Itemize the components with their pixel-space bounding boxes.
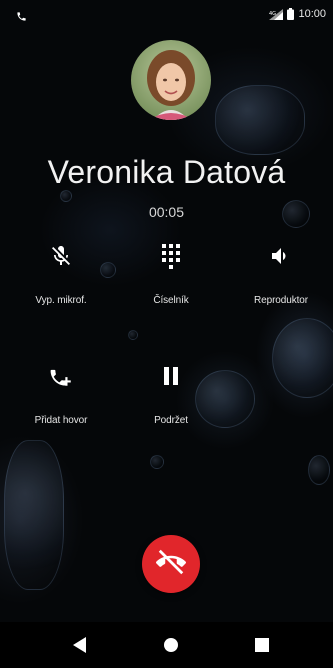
pause-icon	[157, 362, 185, 390]
dialpad-label: Číselník	[153, 295, 189, 306]
hold-label: Podržet	[154, 415, 188, 426]
status-bar: 4G 10:00	[0, 0, 333, 28]
phone-call-icon	[16, 9, 27, 27]
battery-icon	[287, 8, 295, 20]
contact-name: Veronika Datová	[47, 154, 286, 190]
dialpad-icon	[157, 242, 185, 270]
add-call-icon	[47, 362, 75, 390]
recents-icon	[255, 637, 269, 657]
mic-off-icon	[47, 242, 75, 270]
mute-label: Vyp. mikrof.	[35, 295, 87, 306]
speaker-label: Reproduktor	[254, 295, 308, 306]
background-bubble	[215, 85, 305, 155]
background-bubble	[60, 190, 72, 202]
dialpad-button[interactable]: Číselník	[121, 242, 221, 322]
signal-icon: 4G	[269, 8, 284, 20]
navigation-bar	[0, 622, 333, 668]
mute-button[interactable]: Vyp. mikrof.	[11, 242, 111, 322]
home-icon	[163, 637, 179, 658]
call-timer: 00:05	[148, 204, 185, 220]
clock: 10:00	[298, 8, 326, 20]
end-call-icon	[156, 547, 186, 582]
back-button[interactable]	[70, 636, 90, 658]
call-screen: 4G 10:00 Veronika Datová 00:05 Vyp. mikr…	[0, 0, 333, 668]
home-button[interactable]	[161, 637, 181, 657]
hold-button[interactable]: Podržet	[121, 362, 221, 442]
contact-avatar	[131, 40, 211, 120]
svg-text:4G: 4G	[269, 11, 276, 17]
background-bubble	[128, 330, 138, 340]
background-bubble	[4, 440, 64, 590]
recents-button[interactable]	[252, 637, 272, 657]
contact-photo	[131, 40, 211, 120]
end-call-button[interactable]	[142, 535, 200, 593]
add-call-button[interactable]: Přidat hovor	[11, 362, 111, 442]
background-bubble	[308, 455, 330, 485]
add-call-label: Přidat hovor	[34, 415, 88, 426]
background-bubble	[150, 455, 164, 469]
speaker-button[interactable]: Reproduktor	[231, 242, 331, 322]
background-bubble	[272, 318, 333, 398]
back-icon	[73, 636, 87, 658]
speaker-icon	[267, 242, 295, 270]
